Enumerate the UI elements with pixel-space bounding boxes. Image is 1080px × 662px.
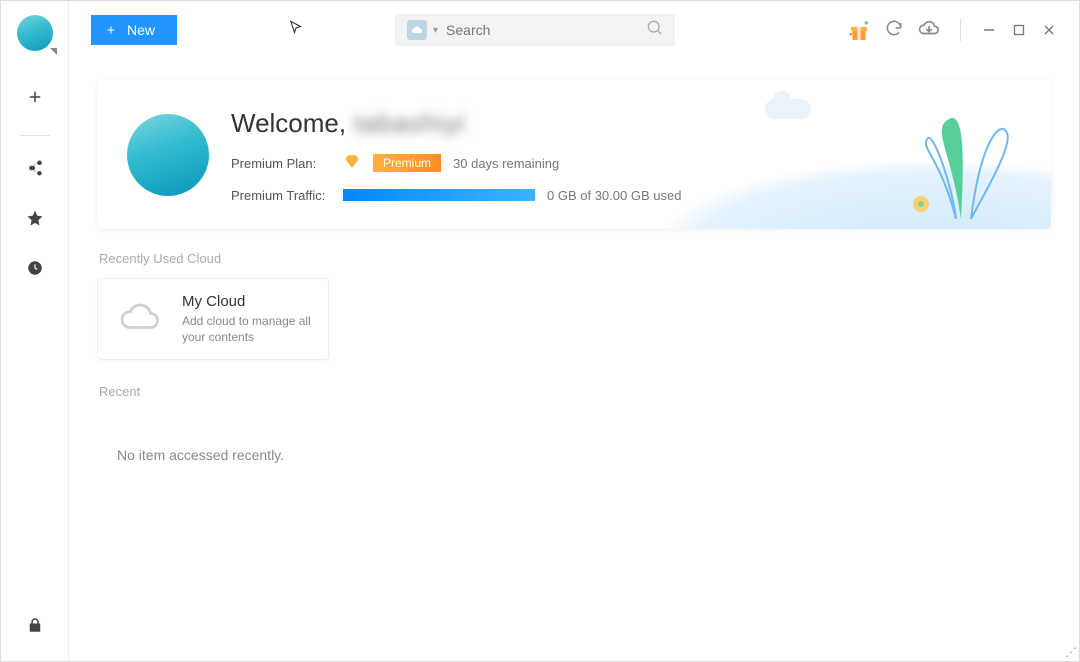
section-recently-used-cloud: Recently Used Cloud xyxy=(99,251,1051,266)
decoration-cloud xyxy=(765,99,811,119)
lock-icon[interactable] xyxy=(17,607,53,643)
premium-badge: Premium xyxy=(373,154,441,172)
search-box[interactable]: ▾ xyxy=(395,14,675,46)
search-icon[interactable] xyxy=(647,20,663,41)
plus-icon xyxy=(105,24,117,36)
new-button[interactable]: New xyxy=(91,15,177,45)
minimize-button[interactable] xyxy=(981,22,997,38)
welcome-card: Welcome, tabashiyi Premium Plan: Premium… xyxy=(97,79,1051,229)
new-button-label: New xyxy=(127,22,155,38)
chevron-down-icon[interactable]: ▾ xyxy=(433,25,438,36)
resize-grip[interactable]: ⋰ xyxy=(1065,645,1077,659)
cloud-outline-icon xyxy=(114,296,166,343)
main: New ▾ xyxy=(69,1,1079,661)
cursor-icon xyxy=(287,19,305,42)
clock-icon[interactable] xyxy=(17,250,53,286)
decoration-plants xyxy=(901,89,1021,219)
traffic-bar xyxy=(343,189,535,201)
welcome-avatar xyxy=(127,114,209,196)
cloud-card-desc: Add cloud to manage all your contents xyxy=(182,314,312,345)
sidebar-avatar[interactable] xyxy=(17,15,53,51)
my-cloud-card[interactable]: My Cloud Add cloud to manage all your co… xyxy=(97,278,329,360)
sidebar-divider xyxy=(20,135,50,136)
welcome-username: tabashiyi xyxy=(354,108,466,139)
maximize-button[interactable] xyxy=(1011,22,1027,38)
star-icon[interactable] xyxy=(17,200,53,236)
plan-label: Premium Plan: xyxy=(231,156,331,171)
divider xyxy=(960,19,961,41)
share-icon[interactable] xyxy=(17,150,53,186)
close-button[interactable] xyxy=(1041,22,1057,38)
cloud-download-icon[interactable] xyxy=(918,17,940,44)
add-icon[interactable] xyxy=(17,79,53,115)
cloud-selector-icon[interactable] xyxy=(407,20,427,40)
topbar: New ▾ xyxy=(69,1,1079,59)
gem-icon xyxy=(343,153,361,174)
search-input[interactable] xyxy=(446,22,647,38)
welcome-prefix: Welcome, xyxy=(231,108,346,139)
plan-remaining: 30 days remaining xyxy=(453,156,559,171)
traffic-label: Premium Traffic: xyxy=(231,188,331,203)
traffic-used: 0 GB of 30.00 GB used xyxy=(547,188,681,203)
content: Welcome, tabashiyi Premium Plan: Premium… xyxy=(69,59,1079,661)
sidebar xyxy=(1,1,69,661)
gift-icon[interactable] xyxy=(846,18,870,42)
empty-state: No item accessed recently. xyxy=(117,447,1051,463)
section-recent: Recent xyxy=(99,384,1051,399)
cloud-card-title: My Cloud xyxy=(182,293,312,310)
sync-icon[interactable] xyxy=(884,18,904,43)
